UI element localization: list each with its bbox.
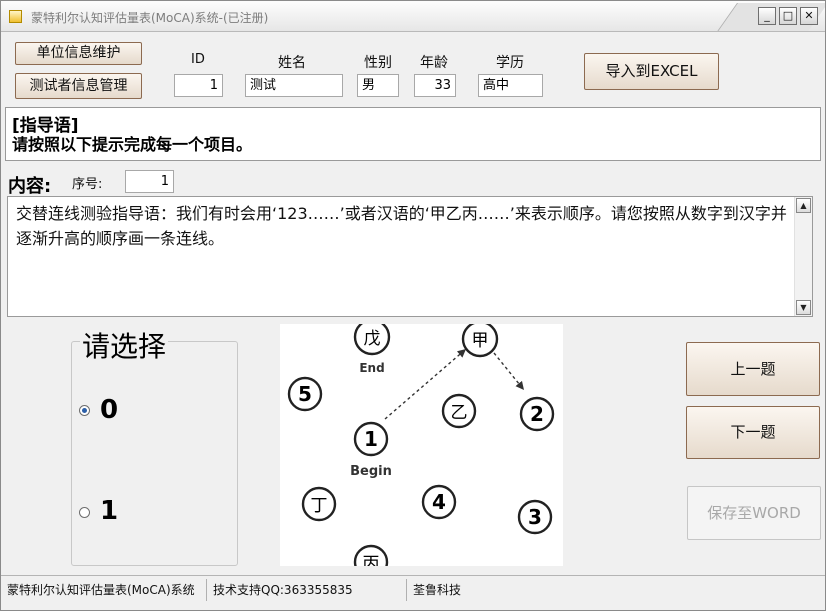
trail-making-diagram: 戊 End 甲 5 乙 2 1 Begin 丁 4 3 丙 [287,324,555,566]
trail-line-jia-to-2 [493,352,525,391]
age-field[interactable]: 33 [414,74,456,97]
content-scrollbar[interactable]: ▲ ▼ [794,197,812,316]
sequence-label: 序号: [72,177,103,192]
content-text: 交替连线测验指导语：我们有时会用‘123……’或者汉语的‘甲乙丙……’来表示顺序… [16,204,787,248]
node-4-label: 4 [432,490,446,514]
title-bar[interactable]: 蒙特利尔认知评估量表(MoCA)系统-(已注册) _ □ ✕ [1,1,825,32]
trail-making-figure: 戊 End 甲 5 乙 2 1 Begin 丁 4 3 丙 [280,324,563,566]
content-textarea[interactable]: 交替连线测验指导语：我们有时会用‘123……’或者汉语的‘甲乙丙……’来表示顺序… [7,196,813,317]
node-yi-label: 乙 [451,403,468,423]
export-excel-button[interactable]: 导入到EXCEL [584,53,719,90]
id-field[interactable]: 1 [174,74,223,97]
node-3: 3 [517,499,553,535]
gender-label: 性别 [364,55,392,71]
id-label: ID [191,52,205,67]
status-bar: 蒙特利尔认知评估量表(MoCA)系统 技术支持QQ:363355835 荃鲁科技 [1,575,825,604]
score-radio-1[interactable] [79,507,90,518]
node-bing-label: 丙 [363,554,380,566]
close-button[interactable]: ✕ [800,7,818,25]
status-company: 荃鲁科技 [413,583,462,597]
status-app-name: 蒙特利尔认知评估量表(MoCA)系统 [1,579,207,601]
node-jia: 甲 [461,324,499,358]
unit-info-button[interactable]: 单位信息维护 [15,42,142,65]
age-label: 年龄 [420,55,448,71]
node-1: 1 [353,421,389,457]
status-support: 技术支持QQ:363355835 [207,579,407,601]
node-ding-label: 丁 [311,496,328,516]
node-jia-label: 甲 [472,331,489,351]
node-3-label: 3 [528,505,542,529]
node-wu-label: 戊 [364,329,381,349]
save-word-button[interactable]: 保存至WORD [687,486,821,540]
begin-label: Begin [350,464,392,479]
node-5: 5 [287,376,323,412]
node-yi: 乙 [441,393,477,429]
sequence-field[interactable]: 1 [125,170,174,193]
radio-selected-dot [82,408,87,413]
instruction-panel: [指导语] 请按照以下提示完成每一个项目。 [5,107,821,161]
app-icon [9,10,22,23]
scroll-down-icon[interactable]: ▼ [796,300,811,315]
name-field[interactable]: 测试 [245,74,343,97]
instruction-text: 请按照以下提示完成每一个项目。 [12,135,253,154]
score-group [71,341,238,566]
score-option-1-label[interactable]: 1 [100,496,118,526]
node-ding: 丁 [301,486,337,522]
node-wu: 戊 [353,324,391,356]
education-label: 学历 [496,55,524,71]
window-title: 蒙特利尔认知评估量表(MoCA)系统-(已注册) [31,11,269,25]
scroll-up-icon[interactable]: ▲ [796,198,811,213]
education-field[interactable]: 高中 [478,74,543,97]
score-group-title: 请选择 [80,325,169,365]
node-2-label: 2 [530,402,544,426]
tester-info-button[interactable]: 测试者信息管理 [15,73,142,99]
score-radio-0[interactable] [79,405,90,416]
name-label: 姓名 [278,55,306,71]
minimize-button[interactable]: _ [758,7,776,25]
end-label: End [359,361,384,375]
maximize-button[interactable]: □ [779,7,797,25]
gender-field[interactable]: 男 [357,74,399,97]
content-label: 内容: [8,176,52,197]
node-2: 2 [519,396,555,432]
next-question-button[interactable]: 下一题 [686,406,820,459]
prev-question-button[interactable]: 上一题 [686,342,820,396]
node-4: 4 [421,484,457,520]
app-window: 蒙特利尔认知评估量表(MoCA)系统-(已注册) _ □ ✕ 单位信息维护 测试… [0,0,826,611]
node-5-label: 5 [298,382,312,406]
node-bing: 丙 [353,544,389,566]
score-option-0-label[interactable]: 0 [100,395,118,425]
node-1-label: 1 [364,427,378,451]
